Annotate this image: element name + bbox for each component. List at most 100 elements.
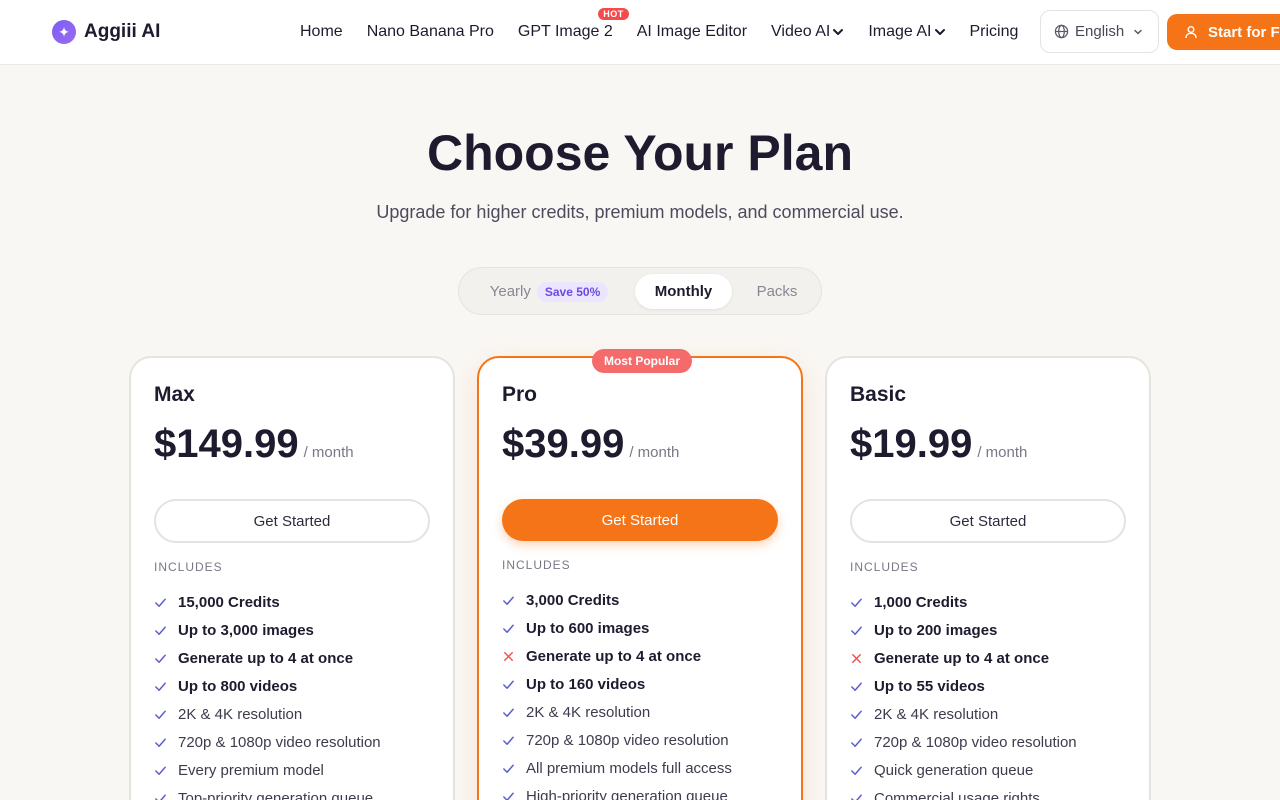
sparkle-logo-icon: ✦ (52, 20, 76, 44)
get-started-button[interactable]: Get Started (850, 499, 1126, 543)
tab-monthly[interactable]: Monthly (635, 274, 732, 309)
feature-text: 2K & 4K resolution (526, 703, 651, 721)
feature-item: 15,000 Credits (154, 588, 381, 616)
plan-card-basic: Basic $19.99 / month Get Started INCLUDE… (825, 356, 1151, 800)
cta-label: Get Started (601, 511, 679, 529)
nav-item-label: Nano Banana Pro (366, 23, 494, 40)
feature-item: Up to 200 images (850, 616, 1077, 644)
check-icon (155, 654, 166, 663)
feature-text: High-priority generation queue (526, 787, 728, 800)
feature-item: Generate up to 4 at once (502, 642, 732, 670)
get-started-button[interactable]: Get Started (154, 499, 430, 543)
start-button-label: Start for Fr (1208, 23, 1280, 41)
nav-item-label: Image AI (868, 23, 932, 40)
brand-name: Aggiii AI (84, 21, 161, 42)
check-icon (851, 738, 862, 747)
nav-item-nano-banana-pro[interactable]: Nano Banana Pro (367, 23, 494, 41)
feature-text: Up to 600 images (526, 619, 650, 637)
check-icon (503, 680, 514, 689)
plan-period: / month (303, 444, 354, 461)
feature-item: All premium models full access (502, 754, 732, 782)
feature-item: 720p & 1080p video resolution (850, 728, 1077, 756)
feature-item: Generate up to 4 at once (850, 644, 1077, 672)
billing-toggle: Yearly Save 50% Monthly Packs (458, 267, 822, 315)
most-popular-badge: Most Popular (592, 349, 692, 373)
globe-icon (1054, 24, 1069, 39)
feature-text: Up to 160 videos (526, 675, 646, 693)
feature-text: Quick generation queue (874, 761, 1034, 779)
check-icon (155, 766, 166, 775)
check-icon (503, 624, 514, 633)
feature-item: Up to 55 videos (850, 672, 1077, 700)
plan-period: / month (629, 444, 680, 461)
feature-text: 720p & 1080p video resolution (526, 731, 729, 749)
feature-list: 3,000 Credits Up to 600 images Generate up… (502, 586, 732, 800)
price-row: $19.99 / month (850, 422, 1027, 467)
tab-packs[interactable]: Packs (743, 274, 811, 309)
check-icon (155, 710, 166, 719)
nav-item-image-ai[interactable]: Image AI (868, 23, 945, 41)
plan-period: / month (977, 444, 1028, 461)
check-icon (503, 792, 514, 800)
feature-text: 1,000 Credits (874, 593, 968, 611)
feature-item: 1,000 Credits (850, 588, 1077, 616)
feature-item: High-priority generation queue (502, 782, 732, 800)
tab-yearly[interactable]: Yearly Save 50% (469, 274, 629, 309)
feature-list: 15,000 Credits Up to 3,000 images Generate… (154, 588, 381, 800)
tab-monthly-label: Monthly (654, 283, 713, 300)
plan-price: $149.99 (154, 422, 299, 466)
tab-packs-label: Packs (756, 283, 798, 300)
nav-item-label: AI Image Editor (636, 23, 748, 40)
check-icon (503, 596, 514, 605)
plan-name: Pro (502, 383, 538, 406)
includes-heading: INCLUDES (154, 560, 223, 574)
price-row: $39.99 / month (502, 422, 679, 467)
feature-item: Every premium model (154, 756, 381, 784)
feature-text: 720p & 1080p video resolution (874, 733, 1077, 751)
feature-text: 2K & 4K resolution (178, 705, 303, 723)
plan-price: $19.99 (850, 422, 973, 466)
feature-text: All premium models full access (526, 759, 732, 777)
cta-label: Get Started (253, 512, 331, 530)
logo[interactable]: ✦ Aggiii AI (52, 20, 160, 44)
cta-label: Get Started (949, 512, 1027, 530)
get-started-button[interactable]: Get Started (502, 499, 778, 541)
nav-item-ai-image-editor[interactable]: AI Image Editor (637, 23, 747, 41)
page-subtitle: Upgrade for higher credits, premium mode… (376, 202, 904, 222)
feature-text: 720p & 1080p video resolution (178, 733, 381, 751)
check-icon (851, 794, 862, 800)
start-for-free-button[interactable]: Start for Fr (1167, 14, 1280, 50)
feature-item: Commercial usage rights (850, 784, 1077, 800)
check-icon (155, 626, 166, 635)
feature-item: Up to 600 images (502, 614, 732, 642)
nav-item-gpt-image-2[interactable]: GPT Image 2 HOT (517, 8, 629, 41)
feature-item: Quick generation queue (850, 756, 1077, 784)
feature-text: Generate up to 4 at once (874, 649, 1050, 667)
feature-item: 2K & 4K resolution (850, 700, 1077, 728)
nav-item-label: Video AI (771, 23, 831, 40)
check-icon (155, 682, 166, 691)
plan-name: Basic (850, 383, 907, 406)
nav-item-home[interactable]: Home (300, 23, 343, 41)
feature-text: Generate up to 4 at once (178, 649, 354, 667)
main-nav: Home Nano Banana Pro GPT Image 2 HOT AI I… (300, 8, 1042, 42)
feature-item: Up to 160 videos (502, 670, 732, 698)
feature-item: 2K & 4K resolution (502, 698, 732, 726)
includes-heading: INCLUDES (502, 558, 571, 572)
nav-item-pricing[interactable]: Pricing (970, 23, 1019, 41)
plan-name: Max (154, 383, 195, 406)
feature-item: Top-priority generation queue (154, 784, 381, 800)
nav-item-label: GPT Image 2 (517, 23, 613, 40)
feature-text: Up to 3,000 images (178, 621, 314, 639)
feature-text: Up to 55 videos (874, 677, 985, 695)
feature-item: Generate up to 4 at once (154, 644, 381, 672)
nav-item-video-ai[interactable]: Video AI (771, 23, 844, 41)
x-icon (504, 651, 513, 661)
language-select[interactable]: English (1040, 10, 1159, 53)
feature-text: 3,000 Credits (526, 591, 620, 609)
feature-text: 2K & 4K resolution (874, 705, 999, 723)
feature-item: 2K & 4K resolution (154, 700, 381, 728)
check-icon (851, 598, 862, 607)
feature-text: Generate up to 4 at once (526, 647, 702, 665)
check-icon (851, 766, 862, 775)
